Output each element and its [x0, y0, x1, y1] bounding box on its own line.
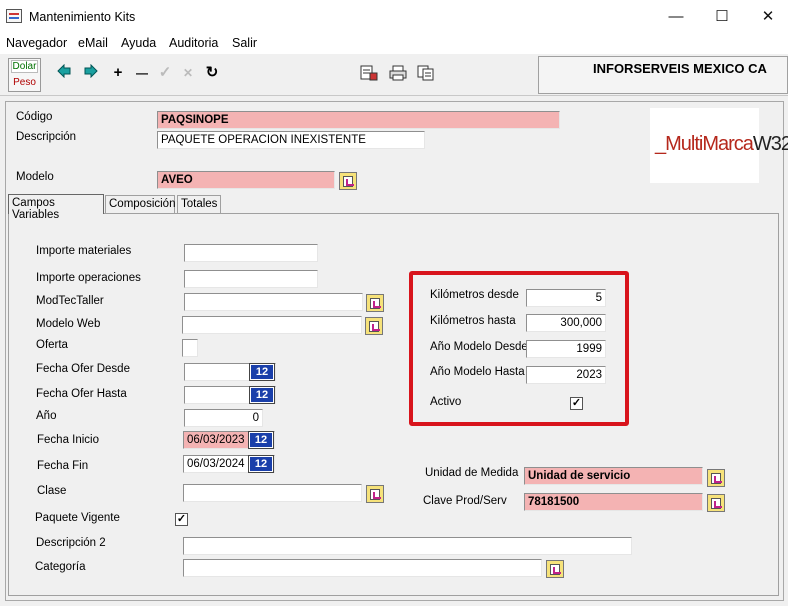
currency-dolar[interactable]: Dolar — [11, 60, 38, 73]
refresh-icon[interactable]: ↻ — [204, 64, 220, 82]
clave-prod-serv-lookup-icon[interactable] — [707, 494, 725, 512]
anio-modelo-desde-label: Año Modelo Desde — [430, 341, 528, 353]
fecha-inicio-calendar-icon[interactable]: 12 — [248, 431, 274, 449]
menu-salir[interactable]: Salir — [232, 36, 257, 50]
categoria-label: Categoría — [35, 561, 86, 573]
importe-materiales-label: Importe materiales — [36, 245, 132, 257]
anio-modelo-desde-field[interactable]: 1999 — [526, 340, 606, 358]
codigo-field[interactable]: PAQSINOPE — [157, 111, 560, 129]
menu-email[interactable]: eMail — [78, 36, 108, 50]
menu-navegador[interactable]: Navegador — [6, 36, 67, 50]
unidad-medida-lookup-icon[interactable] — [707, 469, 725, 487]
categoria-field[interactable] — [183, 559, 542, 577]
activo-checkbox[interactable]: ✓ — [570, 397, 583, 410]
back-arrow-icon[interactable] — [56, 63, 72, 82]
categoria-lookup-icon[interactable] — [546, 560, 564, 578]
descripcion2-label: Descripción 2 — [36, 537, 106, 549]
remove-icon[interactable]: — — [134, 64, 150, 82]
descripcion-label: Descripción — [16, 131, 77, 143]
clase-field[interactable] — [183, 484, 362, 502]
importe-materiales-field[interactable] — [184, 244, 318, 262]
modelo-field[interactable]: AVEO — [157, 171, 335, 189]
clase-label: Clase — [37, 485, 67, 497]
close-button[interactable]: ✕ — [745, 4, 788, 30]
anio-modelo-hasta-label: Año Modelo Hasta — [430, 366, 525, 378]
paquete-vigente-label: Paquete Vigente — [35, 512, 120, 524]
modtectaller-label: ModTecTaller — [36, 295, 104, 307]
print-icon[interactable] — [389, 65, 407, 81]
oferta-field[interactable] — [182, 339, 198, 357]
app-icon — [6, 9, 22, 23]
company-name: INFORSERVEIS MEXICO CA — [593, 61, 767, 76]
importe-operaciones-label: Importe operaciones — [36, 272, 141, 284]
fecha-ofer-hasta-label: Fecha Ofer Hasta — [36, 388, 127, 400]
modelo-web-field[interactable] — [182, 316, 362, 334]
descripcion-field[interactable]: PAQUETE OPERACION INEXISTENTE — [157, 131, 425, 149]
copy-icon[interactable] — [417, 65, 435, 81]
forward-arrow-icon[interactable] — [83, 63, 99, 82]
modelo-lookup-icon[interactable] — [339, 172, 357, 190]
descripcion2-field[interactable] — [183, 537, 632, 555]
currency-peso[interactable]: Peso — [11, 76, 38, 89]
importe-operaciones-field[interactable] — [184, 270, 318, 288]
tab-totales[interactable]: Totales — [177, 195, 221, 213]
unidad-medida-field[interactable]: Unidad de servicio — [524, 467, 703, 485]
modelo-web-lookup-icon[interactable] — [365, 317, 383, 335]
clave-prod-serv-label: Clave Prod/Serv — [423, 495, 507, 507]
codigo-label: Código — [16, 111, 53, 123]
km-hasta-label: Kilómetros hasta — [430, 315, 516, 327]
tab-composicion[interactable]: Composición — [105, 195, 175, 213]
menu-auditoria[interactable]: Auditoria — [169, 36, 218, 50]
modelo-label: Modelo — [16, 171, 54, 183]
clase-lookup-icon[interactable] — [366, 485, 384, 503]
cancel-icon[interactable]: ✕ — [180, 64, 196, 82]
km-hasta-field[interactable]: 300,000 — [526, 314, 606, 332]
modelo-web-label: Modelo Web — [36, 318, 101, 330]
modtectaller-lookup-icon[interactable] — [366, 294, 384, 312]
fecha-ofer-hasta-calendar-icon[interactable]: 12 — [249, 386, 275, 404]
menu-ayuda[interactable]: Ayuda — [121, 36, 156, 50]
tab-campos-variables[interactable]: Campos Variables — [8, 194, 104, 221]
unidad-medida-label: Unidad de Medida — [425, 467, 519, 479]
report-icon[interactable] — [360, 65, 378, 81]
fecha-inicio-label: Fecha Inicio — [37, 434, 100, 446]
km-desde-field[interactable]: 5 — [526, 289, 606, 307]
oferta-label: Oferta — [36, 339, 68, 351]
fecha-ofer-desde-calendar-icon[interactable]: 12 — [249, 363, 275, 381]
minimize-button[interactable]: — — [653, 4, 699, 30]
maximize-button[interactable]: ☐ — [699, 4, 745, 30]
anio-field[interactable]: 0 — [184, 409, 263, 427]
logo-text: _MultiMarcaW32 — [655, 133, 788, 155]
clave-prod-serv-field[interactable]: 78181500 — [524, 493, 703, 511]
anio-label: Año — [36, 410, 57, 422]
menu-bar — [0, 34, 788, 54]
confirm-icon[interactable]: ✓ — [157, 64, 173, 82]
window-title: Mantenimiento Kits — [29, 10, 136, 24]
fecha-fin-label: Fecha Fin — [37, 460, 89, 472]
fecha-fin-calendar-icon[interactable]: 12 — [248, 455, 274, 473]
anio-modelo-hasta-field[interactable]: 2023 — [526, 366, 606, 384]
modtectaller-field[interactable] — [184, 293, 363, 311]
activo-label: Activo — [430, 396, 462, 408]
km-desde-label: Kilómetros desde — [430, 289, 519, 301]
paquete-vigente-checkbox[interactable]: ✓ — [175, 513, 188, 526]
tab-divider — [8, 213, 779, 214]
add-icon[interactable]: + — [110, 64, 126, 82]
fecha-ofer-desde-label: Fecha Ofer Desde — [36, 363, 130, 375]
